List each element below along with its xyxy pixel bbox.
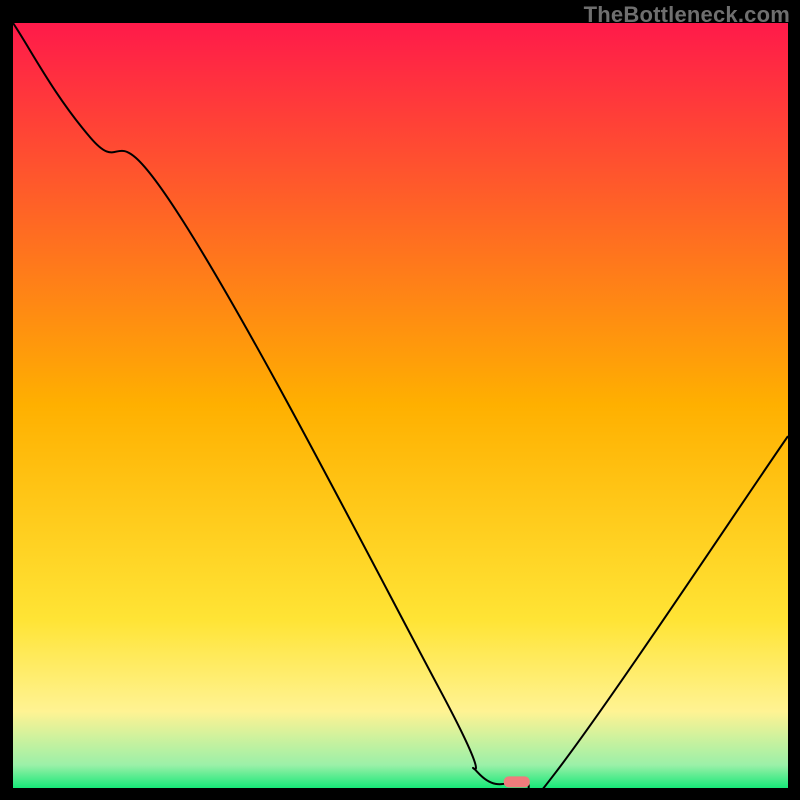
plot-area [13, 23, 788, 788]
gradient-background [13, 23, 788, 788]
plot-svg [13, 23, 788, 788]
optimal-marker [504, 776, 530, 787]
chart-frame: TheBottleneck.com [0, 0, 800, 800]
watermark-text: TheBottleneck.com [584, 2, 790, 28]
